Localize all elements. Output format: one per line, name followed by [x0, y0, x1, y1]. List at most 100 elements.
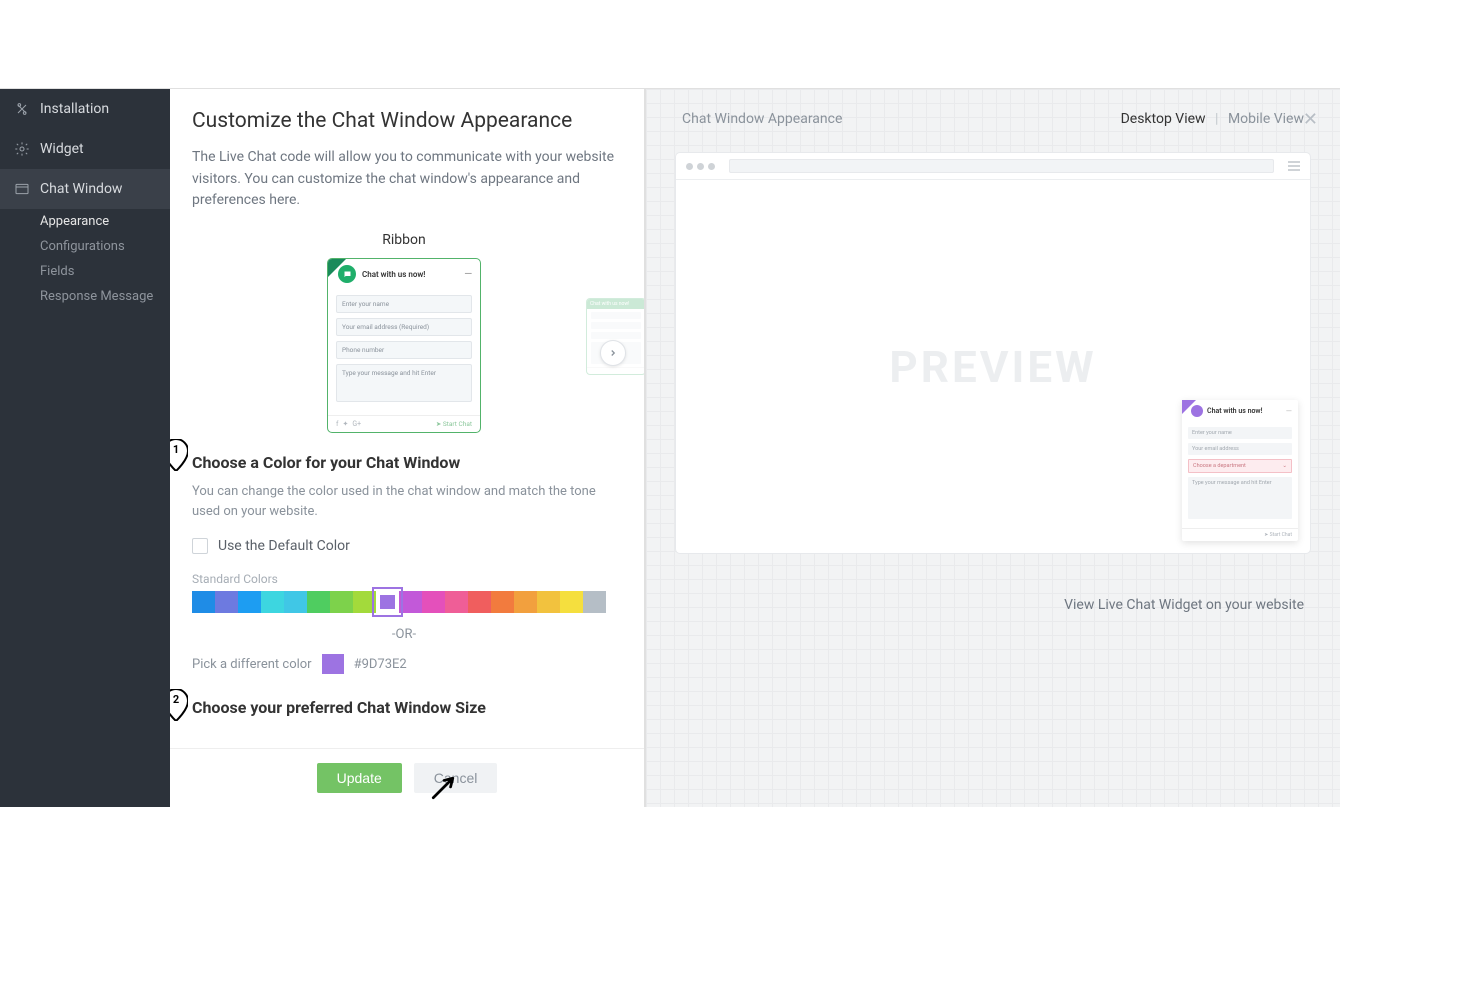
peek-field	[591, 322, 641, 329]
preview-header: Chat Window Appearance Desktop View | Mo…	[676, 111, 1310, 127]
color-swatch[interactable]	[491, 591, 514, 613]
mobile-view-tab[interactable]: Mobile View	[1228, 111, 1304, 127]
color-swatch-row	[192, 591, 616, 613]
color-swatch[interactable]	[192, 591, 215, 613]
config-scroll[interactable]: Customize the Chat Window Appearance The…	[170, 89, 644, 748]
color-swatch[interactable]	[514, 591, 537, 613]
sidebar-item-widget[interactable]: Widget	[0, 129, 170, 169]
google-icon: G+	[352, 420, 361, 428]
sidebar-label: Widget	[40, 141, 84, 157]
close-button[interactable]: ✕	[1303, 109, 1318, 130]
color-swatch[interactable]	[468, 591, 491, 613]
sidebar: Installation Widget Chat Window Appearan…	[0, 89, 170, 807]
gear-icon	[14, 141, 30, 157]
carousel-next-button[interactable]	[600, 340, 626, 366]
pick-color-row: Pick a different color #9D73E2	[192, 654, 616, 674]
app-frame: Installation Widget Chat Window Appearan…	[0, 88, 1340, 807]
ribbon-card-selected[interactable]: Chat with us now! — Enter your name Your…	[327, 258, 481, 433]
start-chat-label: ➤ Start Chat	[436, 420, 472, 428]
ribbon-header: Chat with us now! —	[328, 259, 480, 289]
minimize-icon: —	[464, 269, 472, 280]
update-button[interactable]: Update	[317, 763, 402, 793]
browser-toolbar	[676, 153, 1310, 180]
sidebar-sub-response-message[interactable]: Response Message	[0, 284, 170, 309]
size-section-title: Choose your preferred Chat Window Size	[192, 698, 616, 717]
ribbon-email-field: Your email address (Required)	[336, 318, 472, 336]
sidebar-sub-configurations[interactable]: Configurations	[0, 234, 170, 259]
preview-panel: ✕ Chat Window Appearance Desktop View | …	[646, 89, 1340, 807]
sidebar-item-chat-window[interactable]: Chat Window	[0, 169, 170, 209]
page-title: Customize the Chat Window Appearance	[192, 109, 616, 133]
chat-widget-preview: Chat with us now! — Enter your name Your…	[1182, 400, 1298, 541]
facebook-icon: f	[336, 420, 338, 428]
chat-message-field: Type your message and hit Enter	[1188, 477, 1292, 519]
chat-corner-icon	[1182, 400, 1196, 414]
color-picker-swatch[interactable]	[322, 654, 344, 674]
checkbox-icon[interactable]	[192, 538, 208, 554]
sidebar-item-installation[interactable]: Installation	[0, 89, 170, 129]
chat-widget-footer: ➤ Start Chat	[1182, 528, 1298, 541]
pick-color-label: Pick a different color	[192, 657, 312, 672]
color-swatch[interactable]	[537, 591, 560, 613]
color-swatch[interactable]	[399, 591, 422, 613]
chat-email-field: Your email address	[1188, 443, 1292, 455]
address-bar	[729, 159, 1274, 173]
color-swatch[interactable]	[445, 591, 468, 613]
standard-colors-label: Standard Colors	[192, 572, 616, 586]
annotation-marker-2: 2	[170, 689, 188, 721]
or-divider: -OR-	[192, 627, 616, 642]
browser-mockup: PREVIEW Chat with us now! — Enter your n…	[676, 153, 1310, 553]
desktop-view-tab[interactable]: Desktop View	[1121, 111, 1206, 127]
chat-name-field: Enter your name	[1188, 427, 1292, 439]
ribbon-message-field: Type your message and hit Enter	[336, 364, 472, 402]
color-swatch[interactable]	[560, 591, 583, 613]
color-swatch[interactable]	[422, 591, 445, 613]
color-swatch[interactable]	[284, 591, 307, 613]
default-color-checkbox-row[interactable]: Use the Default Color	[192, 538, 616, 554]
sidebar-label: Installation	[40, 101, 109, 117]
preview-watermark: PREVIEW	[889, 341, 1096, 393]
color-section-description: You can change the color used in the cha…	[192, 482, 616, 522]
tab-separator: |	[1215, 111, 1218, 127]
peek-footer	[587, 367, 644, 374]
chat-department-select: Choose a department ⌄	[1188, 459, 1292, 473]
color-swatch[interactable]	[307, 591, 330, 613]
ribbon-carousel: Chat with us now! — Enter your name Your…	[192, 258, 616, 433]
color-swatch[interactable]	[583, 591, 606, 613]
default-color-label: Use the Default Color	[218, 538, 350, 554]
chat-widget-header: Chat with us now! —	[1182, 400, 1298, 422]
ribbon-label: Ribbon	[192, 232, 616, 248]
config-footer: Update Cancel	[170, 748, 644, 807]
page-description: The Live Chat code will allow you to com…	[192, 147, 616, 212]
window-icon	[14, 181, 30, 197]
ribbon-title: Chat with us now!	[362, 270, 425, 279]
peek-field	[591, 332, 641, 339]
color-swatch[interactable]	[261, 591, 284, 613]
browser-body: PREVIEW Chat with us now! — Enter your n…	[676, 180, 1310, 553]
ribbon-footer: f ✦ G+ ➤ Start Chat	[328, 415, 480, 432]
view-live-link[interactable]: View Live Chat Widget on your website	[676, 597, 1310, 613]
ribbon-body: Enter your name Your email address (Requ…	[328, 289, 480, 415]
ribbon-peek-header: Chat with us now!	[587, 299, 644, 309]
color-swatch[interactable]	[215, 591, 238, 613]
chat-widget-body: Enter your name Your email address Choos…	[1182, 422, 1298, 528]
sidebar-sub-fields[interactable]: Fields	[0, 259, 170, 284]
sidebar-sub-appearance[interactable]: Appearance	[0, 209, 170, 234]
peek-field	[591, 312, 641, 319]
color-hex-value: #9D73E2	[354, 657, 407, 672]
chevron-right-icon	[608, 348, 618, 358]
chat-start-label: ➤ Start Chat	[1264, 532, 1292, 538]
ribbon-name-field: Enter your name	[336, 295, 472, 313]
preview-header-label: Chat Window Appearance	[682, 111, 842, 127]
annotation-marker-1: 1	[170, 439, 188, 471]
sidebar-label: Chat Window	[40, 181, 122, 197]
color-swatch[interactable]	[330, 591, 353, 613]
config-panel: Customize the Chat Window Appearance The…	[170, 89, 646, 807]
color-swatch[interactable]	[376, 591, 399, 613]
hamburger-icon	[1288, 161, 1300, 171]
color-swatch[interactable]	[353, 591, 376, 613]
minimize-icon: —	[1286, 407, 1292, 416]
color-swatch[interactable]	[238, 591, 261, 613]
chat-widget-title: Chat with us now!	[1207, 407, 1262, 415]
color-section-title: Choose a Color for your Chat Window	[192, 453, 616, 472]
